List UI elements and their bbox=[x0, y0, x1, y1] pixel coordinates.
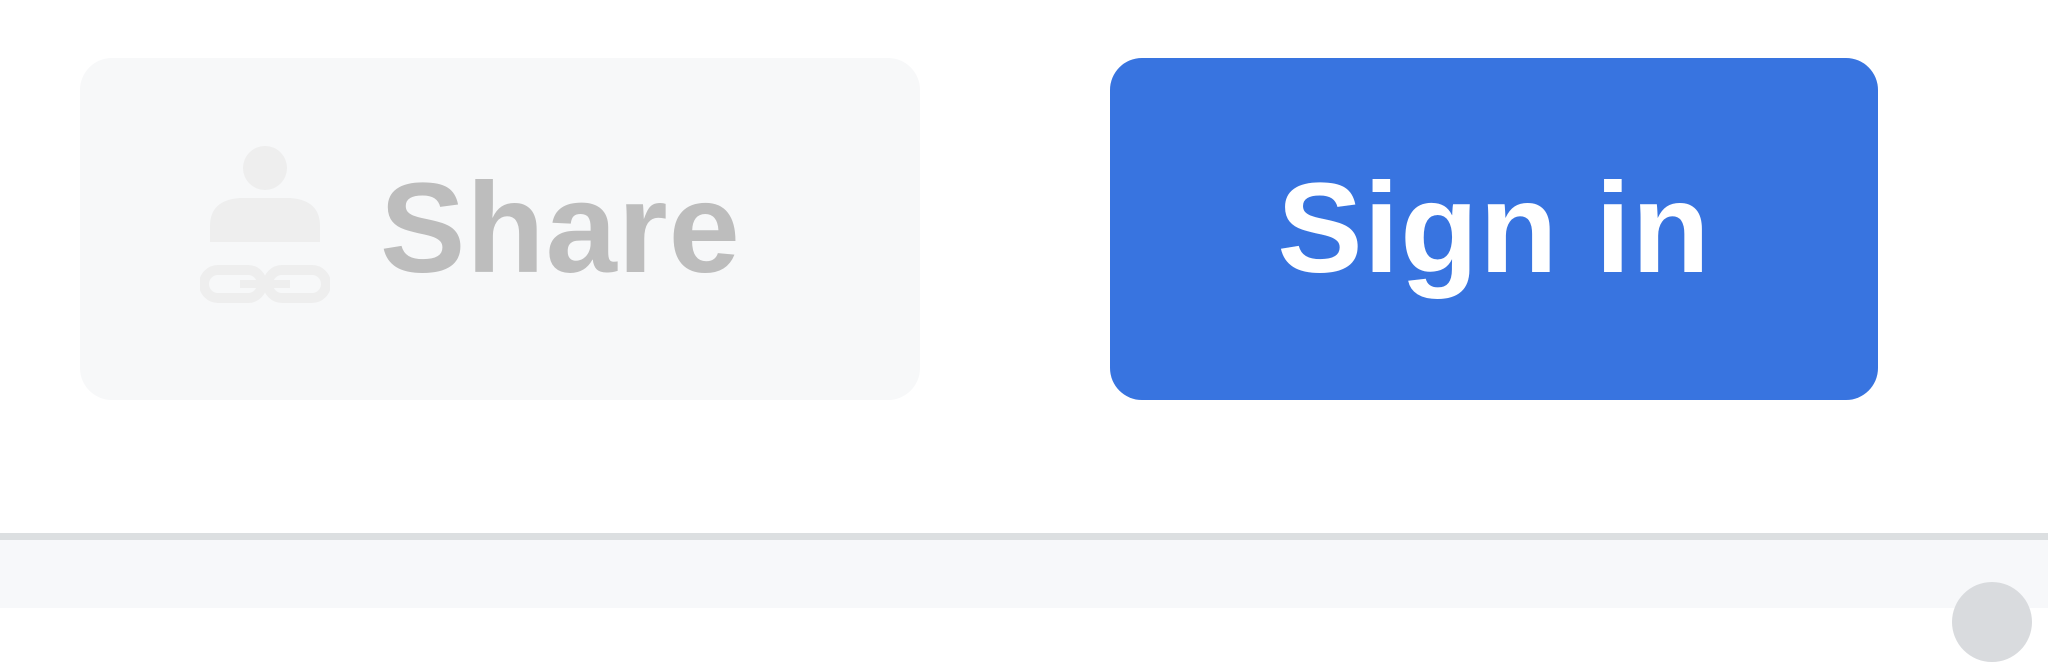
sign-in-button[interactable]: Sign in bbox=[1110, 58, 1878, 400]
header-divider bbox=[0, 533, 2048, 540]
scrollbar-thumb[interactable] bbox=[1952, 582, 2032, 662]
person-link-icon bbox=[199, 144, 331, 314]
content-area bbox=[0, 540, 2048, 608]
share-button-label: Share bbox=[380, 157, 741, 300]
share-button[interactable]: Share bbox=[80, 58, 920, 400]
header-toolbar: Share Sign in bbox=[0, 0, 2048, 537]
sign-in-button-label: Sign in bbox=[1277, 157, 1711, 300]
